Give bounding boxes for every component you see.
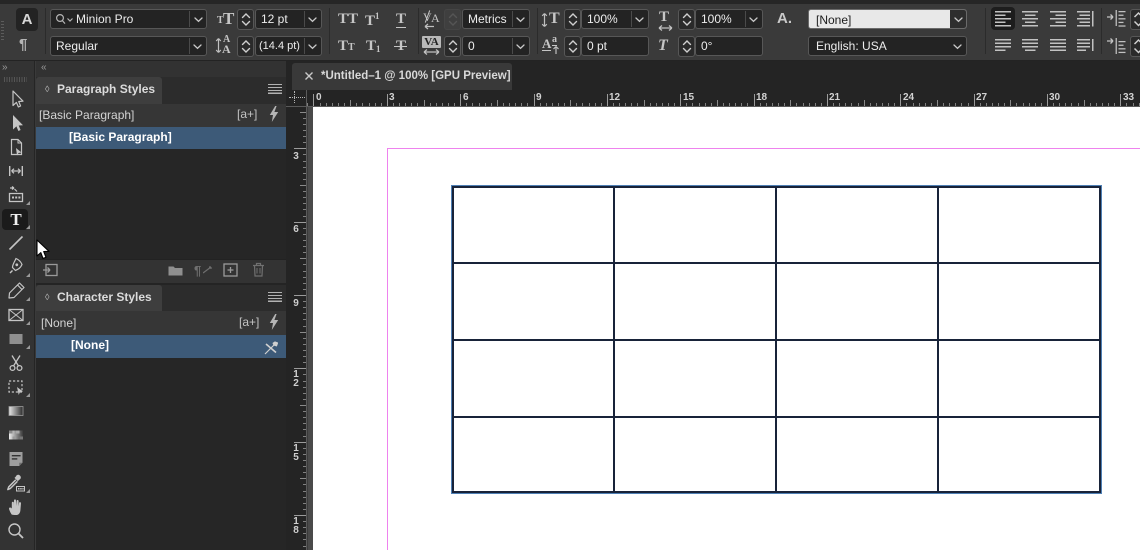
svg-text:T: T: [10, 210, 22, 229]
